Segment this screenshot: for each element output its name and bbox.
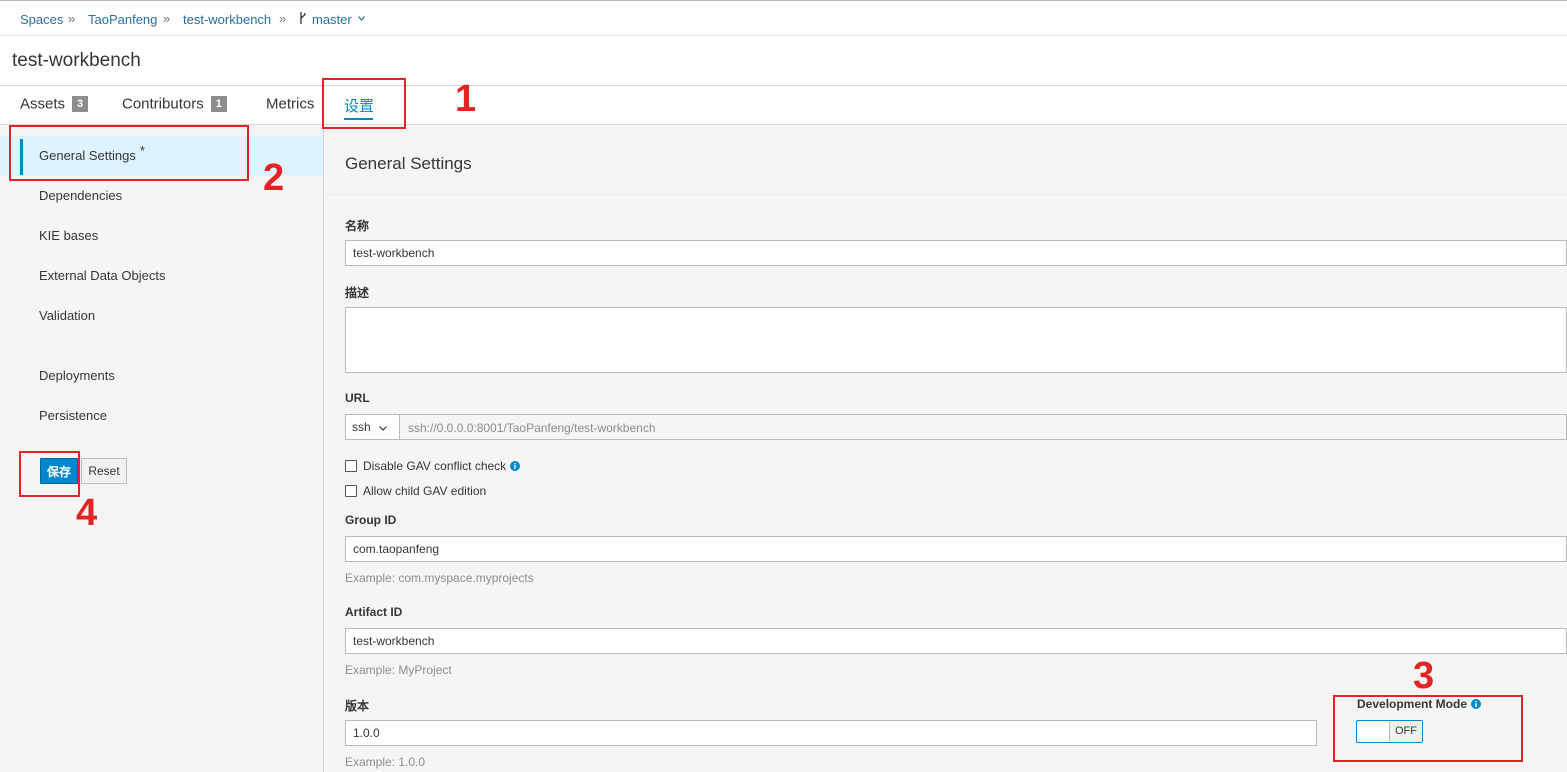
- breadcrumb-spaces-link[interactable]: Spaces: [20, 12, 63, 27]
- annotation-box-settings-tab: [322, 78, 406, 129]
- branch-dropdown[interactable]: master: [312, 12, 352, 27]
- annotation-number-4: 4: [76, 492, 98, 534]
- settings-sidebar: General Settings * Dependencies KIE bases…: [0, 125, 324, 772]
- divider: [325, 194, 1567, 195]
- version-help: Example: 1.0.0: [345, 755, 426, 769]
- sidebar-item-validation[interactable]: Validation: [0, 296, 323, 336]
- description-label: 描述: [345, 286, 370, 300]
- annotation-number-1: 1: [455, 78, 477, 120]
- annotation-box-general-settings: [9, 125, 249, 181]
- artifact-id-help: Example: MyProject: [345, 663, 452, 677]
- breadcrumb: Spaces » TaoPanfeng » test-workbench » m…: [0, 0, 1567, 36]
- description-textarea[interactable]: [345, 307, 1567, 373]
- tab-assets-label: Assets: [20, 95, 66, 113]
- version-label: 版本: [345, 699, 370, 713]
- allow-child-gav-row: Allow child GAV edition: [345, 484, 486, 498]
- disable-gav-conflict-row: Disable GAV conflict check: [345, 459, 521, 473]
- tab-contributors[interactable]: Contributors 1: [122, 95, 227, 113]
- sidebar-item-label: Validation: [39, 308, 96, 323]
- branch-icon: [300, 12, 306, 24]
- version-field[interactable]: 1.0.0: [345, 720, 1317, 746]
- group-id-help: Example: com.myspace.myprojects: [345, 571, 534, 585]
- annotation-box-development-mode: [1333, 695, 1523, 762]
- tab-metrics-label: Metrics: [266, 95, 315, 113]
- sidebar-item-deployments[interactable]: Deployments: [0, 356, 323, 396]
- group-id-label: Group ID: [345, 513, 397, 527]
- tab-assets[interactable]: Assets 3: [20, 95, 89, 113]
- url-protocol-value: ssh: [352, 420, 371, 434]
- sidebar-item-external-data-objects[interactable]: External Data Objects: [0, 256, 323, 296]
- disable-gav-conflict-label: Disable GAV conflict check: [363, 459, 507, 473]
- name-field[interactable]: test-workbench: [345, 240, 1567, 266]
- name-label: 名称: [345, 219, 370, 233]
- annotation-number-3: 3: [1413, 655, 1435, 697]
- artifact-id-label: Artifact ID: [345, 605, 403, 619]
- assets-count-badge: 3: [72, 96, 89, 113]
- tab-metrics[interactable]: Metrics: [266, 95, 314, 113]
- breadcrumb-project-link[interactable]: test-workbench: [183, 12, 271, 27]
- project-tabs: Assets 3 Contributors 1 Metrics 设置: [0, 86, 1567, 125]
- breadcrumb-space-link[interactable]: TaoPanfeng: [88, 12, 157, 27]
- allow-child-gav-checkbox[interactable]: [345, 485, 357, 497]
- general-settings-panel: General Settings 名称 test-workbench 描述 UR…: [325, 125, 1567, 772]
- sidebar-item-label: Persistence: [39, 408, 107, 423]
- sidebar-item-label: External Data Objects: [39, 268, 166, 283]
- chevron-down-icon[interactable]: [358, 16, 365, 21]
- allow-child-gav-label: Allow child GAV edition: [363, 484, 487, 498]
- sidebar-item-label: Dependencies: [39, 188, 123, 203]
- sidebar-item-kie-bases[interactable]: KIE bases: [0, 216, 323, 256]
- url-protocol-select[interactable]: ssh: [345, 414, 400, 440]
- tab-contributors-label: Contributors: [122, 95, 204, 113]
- annotation-box-save-button: [19, 451, 80, 497]
- sidebar-item-persistence[interactable]: Persistence: [0, 396, 323, 436]
- info-icon[interactable]: [510, 461, 521, 471]
- artifact-id-field[interactable]: test-workbench: [345, 628, 1567, 654]
- disable-gav-conflict-checkbox[interactable]: [345, 460, 357, 472]
- chevron-down-icon: [379, 426, 387, 431]
- section-title: General Settings: [345, 154, 472, 173]
- reset-button[interactable]: Reset: [81, 458, 127, 484]
- page-title: test-workbench: [12, 50, 141, 71]
- title-bar: test-workbench: [0, 36, 1567, 86]
- breadcrumb-separator: »: [68, 11, 76, 26]
- url-label: URL: [345, 391, 370, 405]
- breadcrumb-separator: »: [163, 11, 171, 26]
- group-id-field[interactable]: com.taopanfeng: [345, 536, 1567, 562]
- breadcrumb-separator: »: [279, 11, 287, 26]
- sidebar-item-label: Deployments: [39, 368, 115, 383]
- contributors-count-badge: 1: [210, 96, 227, 113]
- url-field[interactable]: ssh://0.0.0.0:8001/TaoPanfeng/test-workb…: [400, 414, 1567, 440]
- annotation-number-2: 2: [263, 157, 285, 199]
- sidebar-item-label: KIE bases: [39, 228, 99, 243]
